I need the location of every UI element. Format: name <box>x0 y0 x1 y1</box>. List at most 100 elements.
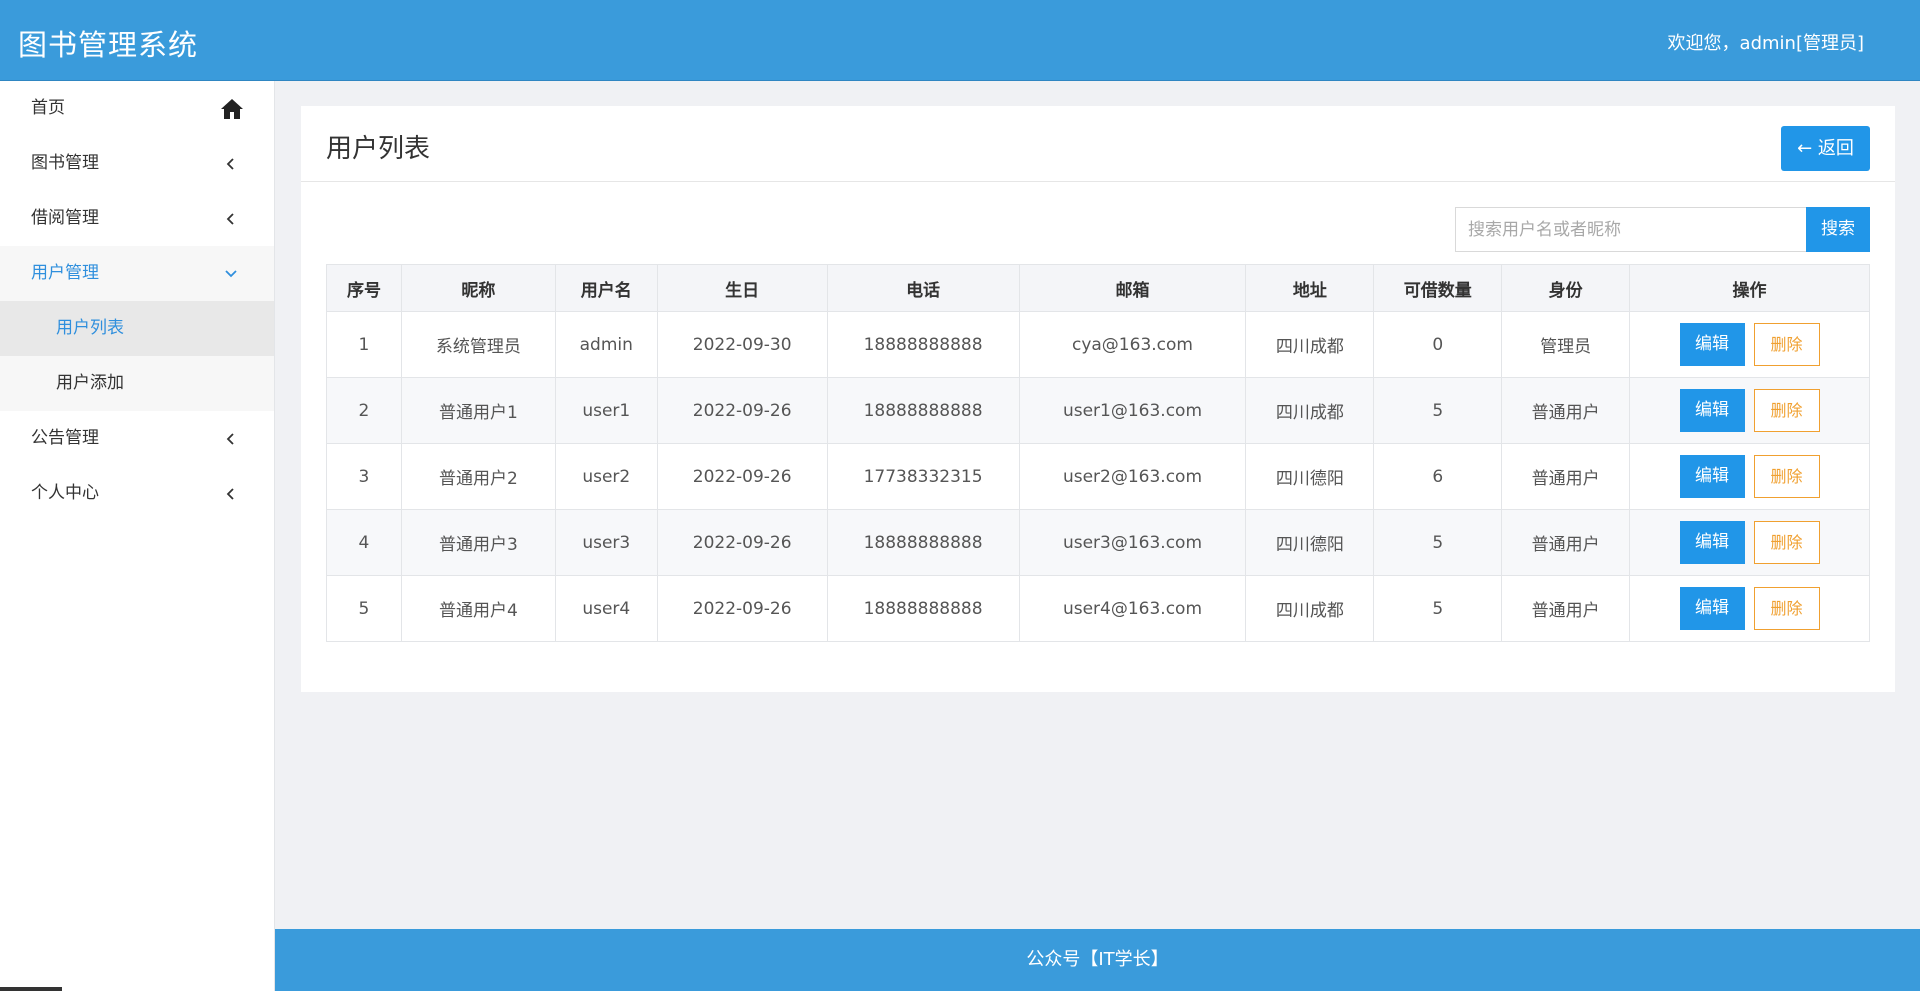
cell-role: 普通用户 <box>1501 575 1631 642</box>
cell-role: 普通用户 <box>1501 377 1631 444</box>
cell-email: user3@163.com <box>1018 509 1247 576</box>
app-title: 图书管理系统 <box>18 28 199 62</box>
cell-email: user4@163.com <box>1018 575 1247 642</box>
edit-button[interactable]: 编辑 <box>1679 389 1745 432</box>
cell-birthday: 2022-09-26 <box>656 575 828 642</box>
search-button[interactable]: 搜索 <box>1806 207 1870 252</box>
column-header: 地址 <box>1245 264 1375 312</box>
cell-birthday: 2022-09-26 <box>656 377 828 444</box>
sidebar-item-label: 首页 <box>31 98 65 118</box>
sidebar-item-label: 用户管理 <box>31 263 99 283</box>
page-title: 用户列表 <box>326 134 431 164</box>
column-header: 生日 <box>656 264 828 312</box>
search-bar: 搜索 <box>1455 207 1870 252</box>
cell-index: 3 <box>326 443 402 510</box>
cell-email: user1@163.com <box>1018 377 1247 444</box>
cell-actions: 编辑 删除 <box>1629 377 1870 444</box>
sidebar-item-books[interactable]: 图书管理 <box>0 136 274 191</box>
sidebar-item-label: 借阅管理 <box>31 208 99 228</box>
edit-button[interactable]: 编辑 <box>1679 587 1745 630</box>
cell-nickname: 普通用户2 <box>400 443 556 510</box>
table-row: 2 普通用户1 user1 2022-09-26 18888888888 use… <box>326 377 1870 444</box>
cell-birthday: 2022-09-30 <box>656 311 828 378</box>
sidebar-item-notices[interactable]: 公告管理 <box>0 411 274 466</box>
cell-birthday: 2022-09-26 <box>656 509 828 576</box>
sidebar-item-profile[interactable]: 个人中心 <box>0 466 274 521</box>
search-input[interactable] <box>1455 207 1806 252</box>
sidebar-item-home[interactable]: 首页 <box>0 81 274 136</box>
cell-nickname: 系统管理员 <box>400 311 556 378</box>
back-button-label: 返回 <box>1817 138 1854 159</box>
users-table: 序号 昵称 用户名 生日 电话 邮箱 地址 可借数量 身份 操作 1 系统管理员… <box>326 264 1870 642</box>
top-header: 图书管理系统 欢迎您，admin[管理员] <box>0 0 1920 81</box>
cell-borrow-quota: 5 <box>1373 377 1503 444</box>
cell-nickname: 普通用户4 <box>400 575 556 642</box>
sidebar-subitem-user-add[interactable]: 用户添加 <box>0 356 274 411</box>
table-header-row: 序号 昵称 用户名 生日 电话 邮箱 地址 可借数量 身份 操作 <box>326 264 1870 312</box>
cell-borrow-quota: 5 <box>1373 509 1503 576</box>
chevron-left-icon <box>226 488 234 500</box>
cell-address: 四川德阳 <box>1245 443 1375 510</box>
cell-username: user3 <box>554 509 658 576</box>
column-header: 操作 <box>1629 264 1870 312</box>
cell-email: user2@163.com <box>1018 443 1247 510</box>
column-header: 电话 <box>826 264 1020 312</box>
cell-borrow-quota: 5 <box>1373 575 1503 642</box>
home-icon <box>221 99 243 119</box>
delete-button[interactable]: 删除 <box>1753 323 1820 366</box>
sidebar-item-borrow[interactable]: 借阅管理 <box>0 191 274 246</box>
table-row: 3 普通用户2 user2 2022-09-26 17738332315 use… <box>326 443 1870 510</box>
edit-button[interactable]: 编辑 <box>1679 323 1745 366</box>
delete-button[interactable]: 删除 <box>1753 455 1820 498</box>
sidebar-item-users[interactable]: 用户管理 <box>0 246 274 301</box>
delete-button[interactable]: 删除 <box>1753 521 1820 564</box>
cell-email: cya@163.com <box>1018 311 1247 378</box>
cell-actions: 编辑 删除 <box>1629 575 1870 642</box>
cell-actions: 编辑 删除 <box>1629 509 1870 576</box>
cell-index: 2 <box>326 377 402 444</box>
delete-button[interactable]: 删除 <box>1753 389 1820 432</box>
cell-borrow-quota: 0 <box>1373 311 1503 378</box>
chevron-left-icon <box>226 433 234 445</box>
cell-nickname: 普通用户1 <box>400 377 556 444</box>
cell-phone: 17738332315 <box>826 443 1020 510</box>
cell-phone: 18888888888 <box>826 575 1020 642</box>
chevron-left-icon <box>226 158 234 170</box>
column-header: 邮箱 <box>1018 264 1247 312</box>
column-header: 用户名 <box>554 264 658 312</box>
sidebar-item-label: 图书管理 <box>31 153 99 173</box>
cell-role: 普通用户 <box>1501 509 1631 576</box>
chevron-down-icon <box>225 270 237 278</box>
cell-username: admin <box>554 311 658 378</box>
cell-nickname: 普通用户3 <box>400 509 556 576</box>
cell-address: 四川成都 <box>1245 575 1375 642</box>
welcome-text: 欢迎您，admin[管理员] <box>1667 33 1864 54</box>
cell-address: 四川成都 <box>1245 377 1375 444</box>
cell-phone: 18888888888 <box>826 509 1020 576</box>
cell-borrow-quota: 6 <box>1373 443 1503 510</box>
panel-header: 用户列表 ← 返回 <box>301 106 1895 182</box>
chevron-left-icon <box>226 213 234 225</box>
cell-index: 1 <box>326 311 402 378</box>
cell-role: 普通用户 <box>1501 443 1631 510</box>
cell-index: 4 <box>326 509 402 576</box>
sidebar-item-label: 公告管理 <box>31 428 99 448</box>
delete-button[interactable]: 删除 <box>1753 587 1820 630</box>
cell-actions: 编辑 删除 <box>1629 311 1870 378</box>
edit-button[interactable]: 编辑 <box>1679 521 1745 564</box>
back-button[interactable]: ← 返回 <box>1781 126 1870 171</box>
sidebar-item-label: 个人中心 <box>31 483 99 503</box>
edit-button[interactable]: 编辑 <box>1679 455 1745 498</box>
arrow-left-icon: ← <box>1797 138 1813 159</box>
table-row: 4 普通用户3 user3 2022-09-26 18888888888 use… <box>326 509 1870 576</box>
cell-phone: 18888888888 <box>826 311 1020 378</box>
cell-role: 管理员 <box>1501 311 1631 378</box>
column-header: 可借数量 <box>1373 264 1503 312</box>
sidebar-subitem-user-list[interactable]: 用户列表 <box>0 301 274 356</box>
cell-username: user2 <box>554 443 658 510</box>
column-header: 昵称 <box>400 264 556 312</box>
user-list-panel: 用户列表 ← 返回 搜索 序号 昵称 用户名 生日 电话 邮箱 地址 可借数量 … <box>301 106 1895 692</box>
cell-actions: 编辑 删除 <box>1629 443 1870 510</box>
cell-username: user4 <box>554 575 658 642</box>
column-header: 序号 <box>326 264 402 312</box>
